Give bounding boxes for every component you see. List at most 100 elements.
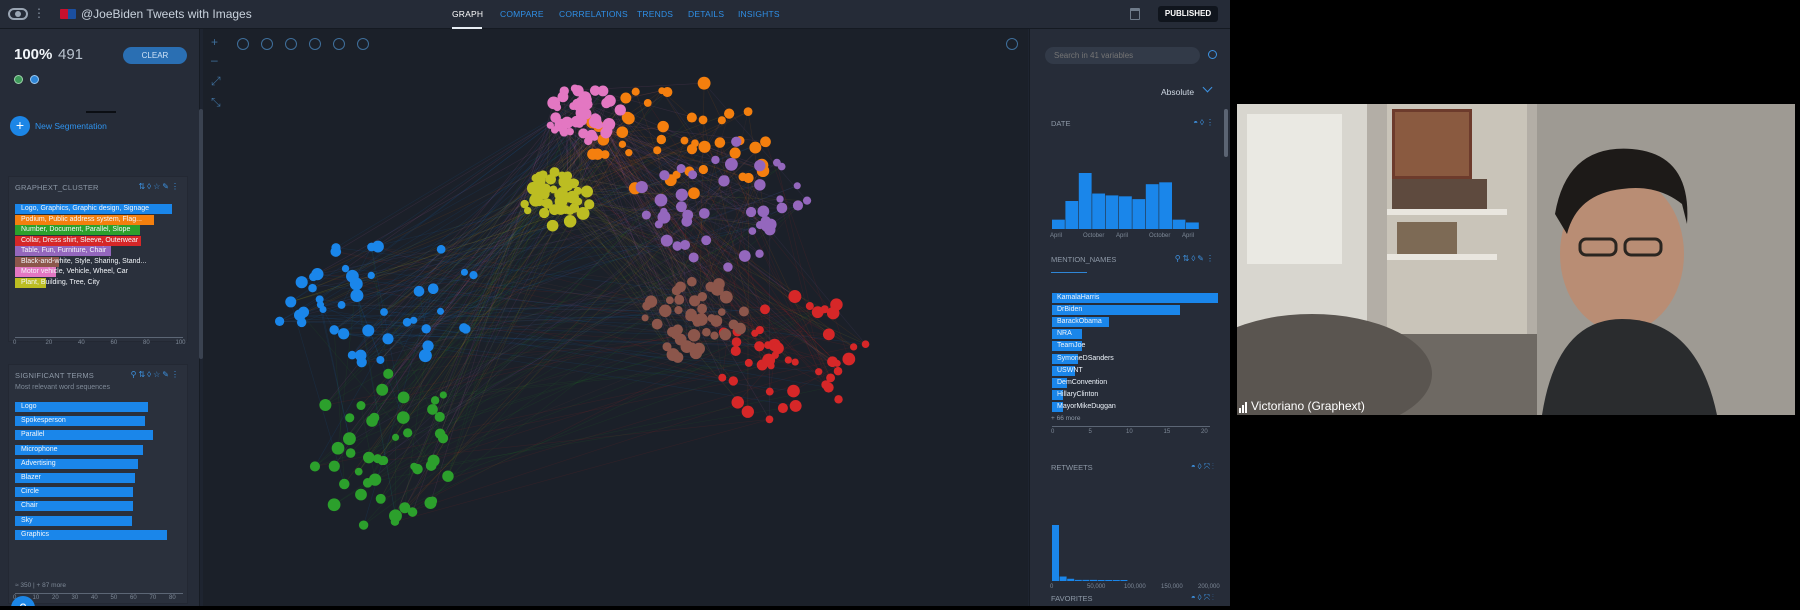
graph-node[interactable] [616, 126, 629, 138]
graph-node[interactable] [563, 177, 574, 188]
graph-node[interactable] [392, 433, 400, 441]
graph-node[interactable] [776, 202, 788, 214]
graph-node[interactable] [757, 205, 770, 218]
graph-node[interactable] [743, 172, 754, 184]
graph-node[interactable] [331, 243, 341, 253]
graph-node[interactable] [724, 108, 735, 119]
graph-node[interactable] [762, 353, 776, 367]
graph-node[interactable] [680, 340, 694, 353]
graph-node[interactable] [367, 242, 376, 252]
graph-node[interactable] [356, 357, 367, 368]
graph-node[interactable] [723, 262, 733, 272]
graph-node[interactable] [714, 137, 726, 148]
graph-node[interactable] [691, 139, 699, 148]
mention-bar[interactable]: TeamJoe [1052, 341, 1085, 352]
card-tools-icon[interactable]: ⇅◊☆✎⋮ [138, 182, 181, 191]
graph-node[interactable] [760, 136, 771, 148]
graph-node[interactable] [822, 328, 835, 341]
graph-node[interactable] [469, 271, 478, 280]
graph-node[interactable] [754, 179, 766, 191]
date-bar[interactable] [1159, 182, 1172, 229]
graph-node[interactable] [653, 146, 662, 155]
graph-node[interactable] [358, 520, 369, 530]
date-bar[interactable] [1145, 184, 1159, 229]
graph-node[interactable] [674, 305, 683, 315]
graph-node[interactable] [603, 94, 616, 107]
graph-node[interactable] [659, 304, 672, 318]
graph-node[interactable] [718, 373, 727, 382]
graph-node[interactable] [719, 328, 732, 341]
graph-node[interactable] [369, 412, 380, 423]
published-button[interactable]: PUBLISHED [1158, 6, 1218, 22]
graph-node[interactable] [833, 366, 843, 376]
graph-node[interactable] [861, 340, 870, 349]
graph-node[interactable] [461, 324, 471, 334]
graph-node[interactable] [356, 401, 366, 411]
graph-node[interactable] [635, 180, 648, 194]
graph-node[interactable] [339, 478, 350, 490]
graph-canvas[interactable] [203, 29, 1028, 606]
tab-insights[interactable]: INSIGHTS [738, 9, 780, 19]
term-bar[interactable]: Parallel [15, 430, 153, 441]
graph-node[interactable] [375, 493, 386, 504]
term-bar[interactable]: Advertising [15, 458, 139, 469]
graph-node[interactable] [397, 391, 410, 404]
graph-node[interactable] [559, 127, 569, 137]
graph-node[interactable] [676, 164, 686, 174]
graph-node[interactable] [717, 116, 726, 125]
graph-node[interactable] [368, 473, 382, 486]
cluster-bar[interactable]: Collar, Dress shirt, Sleeve, Outerwear [15, 235, 142, 246]
graph-node[interactable] [643, 99, 652, 107]
scale-mode-select[interactable]: Absolute [1161, 87, 1194, 97]
graph-node[interactable] [308, 283, 317, 293]
graph-node[interactable] [539, 183, 551, 195]
graph-node[interactable] [373, 454, 383, 464]
cluster-bar[interactable]: Motor vehicle, Vehicle, Wheel, Car [15, 267, 128, 277]
date-bar[interactable] [1078, 173, 1092, 229]
mention-bar[interactable]: DrBiden [1052, 305, 1181, 316]
graph-node[interactable] [686, 112, 697, 123]
retweet-bar[interactable] [1052, 525, 1059, 581]
card-tools-icon[interactable]: ⚲⇅◊✎⋮ [1175, 254, 1216, 263]
graph-node[interactable] [295, 276, 308, 289]
graph-node[interactable] [698, 140, 711, 153]
graph-node[interactable] [697, 76, 711, 90]
graph-node[interactable] [274, 316, 285, 326]
network-graph[interactable]: + – ⤢ ⤡ [203, 29, 1028, 606]
graph-node[interactable] [671, 285, 682, 296]
graph-node[interactable] [784, 356, 792, 364]
graph-node[interactable] [690, 314, 700, 323]
graph-node[interactable] [728, 376, 738, 386]
graph-node[interactable] [396, 411, 410, 424]
graph-node[interactable] [834, 395, 843, 404]
graph-node[interactable] [734, 322, 746, 335]
tab-correlations[interactable]: CORRELATIONS [559, 9, 628, 19]
chevron-down-icon[interactable] [1202, 82, 1213, 93]
graph-node[interactable] [738, 250, 751, 262]
mention-bar[interactable]: KamalaHarris [1052, 293, 1218, 303]
card-tools-icon[interactable]: ⚲⇅◊☆✎⋮ [131, 370, 181, 379]
graph-node[interactable] [764, 218, 777, 231]
graph-node[interactable] [741, 405, 754, 418]
graph-node[interactable] [424, 496, 437, 509]
graph-node[interactable] [376, 383, 389, 396]
retweets-histogram[interactable] [1050, 521, 1230, 581]
graph-node[interactable] [688, 170, 698, 180]
graph-node[interactable] [791, 358, 799, 366]
graph-node[interactable] [802, 196, 812, 205]
date-bar[interactable] [1092, 193, 1105, 229]
graph-node[interactable] [575, 107, 587, 119]
graph-node[interactable] [549, 167, 560, 178]
graph-node[interactable] [285, 296, 297, 308]
graph-node[interactable] [772, 342, 784, 355]
graph-node[interactable] [776, 195, 784, 203]
graph-node[interactable] [731, 396, 744, 409]
tab-trends[interactable]: TRENDS [637, 9, 673, 19]
graph-node[interactable] [561, 116, 574, 129]
terms-more-note[interactable]: ≈ 350 | + 87 more [15, 582, 66, 589]
graph-node[interactable] [827, 356, 838, 368]
card-tools-icon[interactable]: ◓◊⤧⋮ [1191, 593, 1216, 603]
graph-node[interactable] [710, 331, 719, 340]
graph-node[interactable] [430, 396, 440, 405]
graph-node[interactable] [580, 185, 593, 198]
